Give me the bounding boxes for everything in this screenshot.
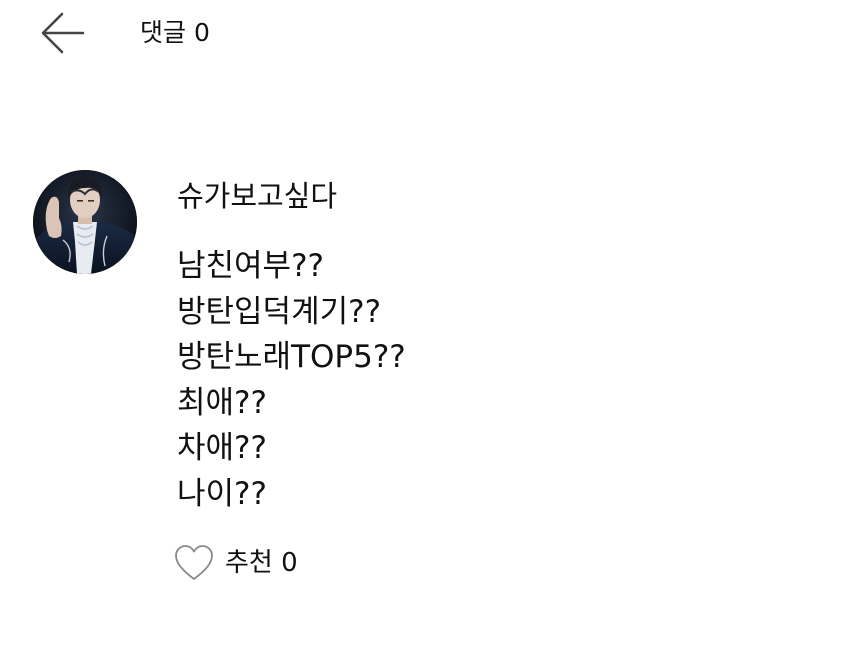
top-bar: 댓글 0 (0, 0, 864, 70)
comment-line: 방탄입덕계기?? (177, 293, 382, 330)
avatar[interactable] (33, 170, 137, 274)
arrow-left-icon (41, 12, 85, 54)
comment-line: 남친여부?? (177, 248, 324, 284)
profile-photo (33, 170, 137, 274)
heart-outline-icon (175, 545, 213, 580)
comment-line: 최애?? (177, 384, 267, 421)
comment-text: 남친여부?? 방탄입덕계기?? 방탄노래TOP5?? 최애?? 차애?? 나이?… (177, 244, 406, 517)
comment-line: 방탄노래TOP5?? (177, 339, 406, 375)
page-title: 댓글 0 (140, 18, 210, 47)
back-button[interactable] (38, 10, 88, 56)
like-count: 추천 0 (225, 548, 298, 578)
comment-line: 나이?? (177, 475, 267, 512)
like-button[interactable] (172, 541, 216, 585)
comment-author[interactable]: 슈가보고싶다 (177, 176, 337, 216)
comment-line: 차애?? (177, 430, 267, 466)
